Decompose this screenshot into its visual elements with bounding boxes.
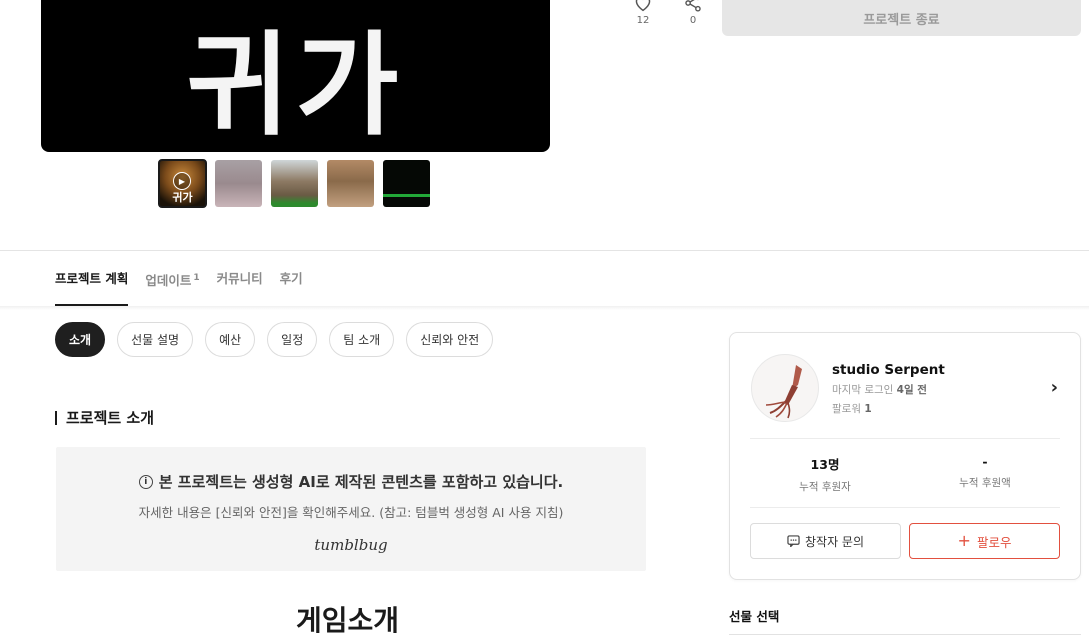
stat-amount: - 누적 후원액 xyxy=(910,454,1060,490)
project-hero-image: 귀가 xyxy=(41,0,550,152)
tab-label: 커뮤니티 xyxy=(216,271,263,286)
thumbnail-video[interactable]: ▶ 귀가 xyxy=(158,159,207,208)
like-button[interactable]: 12 xyxy=(628,0,658,26)
reward-section-title: 선물 선택 xyxy=(729,609,780,624)
stat-label: 누적 후원자 xyxy=(799,481,851,493)
tab-label: 업데이트 xyxy=(145,273,192,288)
plus-icon: + xyxy=(957,531,971,550)
tab-reviews[interactable]: 후기 xyxy=(280,250,303,306)
thumbnail-image[interactable] xyxy=(215,160,262,207)
inquiry-label: 창작자 문의 xyxy=(804,534,864,549)
share-button[interactable]: 0 xyxy=(678,0,708,26)
game-intro-heading: 게임소개 xyxy=(296,604,400,637)
notice-title-text: 본 프로젝트는 생성형 AI로 제작된 콘텐츠를 포함하고 있습니다. xyxy=(158,473,564,491)
stat-backers: 13명 누적 후원자 xyxy=(750,454,900,494)
thumbnail-image[interactable] xyxy=(327,160,374,207)
hero-title-art: 귀가 xyxy=(186,21,405,151)
media-thumbnails: ▶ 귀가 xyxy=(158,159,430,208)
tabs-shadow xyxy=(0,306,1089,310)
share-count: 0 xyxy=(689,15,697,26)
section-title-text: 프로젝트 소개 xyxy=(66,409,155,427)
tumblbug-logo: tumblbug xyxy=(314,536,388,554)
follow-button[interactable]: + 팔로우 xyxy=(909,523,1060,559)
chevron-right-icon[interactable]: › xyxy=(1051,377,1058,398)
follow-label: 팔로우 xyxy=(976,534,1012,550)
chip-reward-description[interactable]: 선물 설명 xyxy=(117,322,194,357)
last-login-label: 마지막 로그인 xyxy=(832,384,894,396)
tab-community[interactable]: 커뮤니티 xyxy=(217,250,263,306)
stat-value: - xyxy=(982,454,988,469)
tab-label: 프로젝트 계획 xyxy=(55,271,129,286)
squid-icon xyxy=(765,365,802,419)
divider xyxy=(750,438,1060,439)
section-chips: 소개 선물 설명 예산 일정 팀 소개 신뢰와 안전 xyxy=(55,322,494,357)
chip-team[interactable]: 팀 소개 xyxy=(329,322,395,357)
thumbnail-image[interactable] xyxy=(383,160,430,207)
like-count: 12 xyxy=(636,15,650,26)
creator-followers: 팔로워 1 xyxy=(832,401,872,416)
chip-schedule[interactable]: 일정 xyxy=(267,322,318,357)
creator-avatar[interactable] xyxy=(751,354,819,422)
followers-value: 1 xyxy=(864,403,872,415)
divider xyxy=(750,507,1060,508)
creator-last-login: 마지막 로그인 4일 전 xyxy=(832,382,927,397)
info-icon: i xyxy=(138,474,153,489)
notice-title: i 본 프로젝트는 생성형 AI로 제작된 콘텐츠를 포함하고 있습니다. xyxy=(56,471,646,492)
section-bar xyxy=(55,410,57,425)
project-tabs: 프로젝트 계획 업데이트 1 커뮤니티 후기 xyxy=(55,250,303,306)
notice-subtitle: 자세한 내용은 [신뢰와 안전]을 확인해주세요. (참고: 텀블벅 생성형 A… xyxy=(138,505,564,520)
ai-notice-box: i 본 프로젝트는 생성형 AI로 제작된 콘텐츠를 포함하고 있습니다. 자세… xyxy=(56,447,646,571)
creator-card: studio Serpent 마지막 로그인 4일 전 팔로워 1 › 13명 … xyxy=(729,332,1081,580)
thumbnail-image[interactable] xyxy=(271,160,318,207)
section-title: 프로젝트 소개 xyxy=(55,407,154,428)
followers-label: 팔로워 xyxy=(832,403,861,415)
creator-inquiry-button[interactable]: 창작자 문의 xyxy=(750,523,901,559)
creator-name[interactable]: studio Serpent xyxy=(832,362,945,378)
divider xyxy=(729,634,1081,635)
play-icon: ▶ xyxy=(173,172,191,190)
message-icon xyxy=(787,535,800,547)
chip-trust-safety[interactable]: 신뢰와 안전 xyxy=(406,322,494,357)
stat-label: 누적 후원액 xyxy=(959,477,1011,489)
tab-project-plan[interactable]: 프로젝트 계획 xyxy=(55,250,129,306)
heart-icon xyxy=(635,0,651,12)
share-icon xyxy=(685,0,701,12)
tab-updates[interactable]: 업데이트 1 xyxy=(145,250,199,306)
tab-badge: 1 xyxy=(193,273,200,283)
thumbnail-label: 귀가 xyxy=(172,191,193,204)
tab-label: 후기 xyxy=(279,271,303,286)
stat-value: 13명 xyxy=(810,457,840,472)
chip-intro[interactable]: 소개 xyxy=(55,322,106,357)
chip-budget[interactable]: 예산 xyxy=(205,322,256,357)
last-login-value: 4일 전 xyxy=(896,384,927,396)
project-ended-button[interactable]: 프로젝트 종료 xyxy=(722,0,1081,36)
